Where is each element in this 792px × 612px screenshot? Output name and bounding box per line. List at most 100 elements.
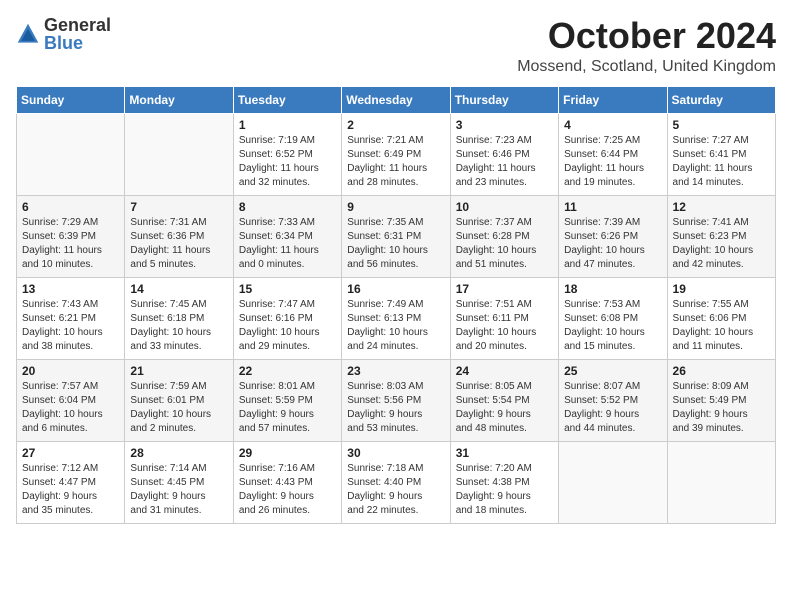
day-cell — [125, 113, 233, 195]
day-number: 29 — [239, 446, 336, 460]
day-number: 16 — [347, 282, 444, 296]
day-cell: 18 Sunrise: 7:53 AM Sunset: 6:08 PM Dayli… — [559, 277, 667, 359]
day-number: 1 — [239, 118, 336, 132]
day-number: 28 — [130, 446, 227, 460]
day-cell: 16 Sunrise: 7:49 AM Sunset: 6:13 PM Dayli… — [342, 277, 450, 359]
day-number: 25 — [564, 364, 661, 378]
day-cell: 20Sunrise: 7:57 AM Sunset: 6:04 PM Dayli… — [17, 359, 125, 441]
day-number: 30 — [347, 446, 444, 460]
day-number: 2 — [347, 118, 444, 132]
day-cell: 13 Sunrise: 7:43 AM Sunset: 6:21 PM Dayli… — [17, 277, 125, 359]
day-number: 13 — [22, 282, 119, 296]
day-number: 27 — [22, 446, 119, 460]
month-title: October 2024 — [517, 16, 776, 56]
day-number: 21 — [130, 364, 227, 378]
col-header-friday: Friday — [559, 86, 667, 113]
logo-general: General — [44, 16, 111, 34]
day-detail: Sunrise: 8:01 AM Sunset: 5:59 PM Dayligh… — [239, 380, 336, 436]
day-cell: 31 Sunrise: 7:20 AM Sunset: 4:38 PM Dayli… — [450, 441, 558, 523]
day-detail: Sunrise: 8:07 AM Sunset: 5:52 PM Dayligh… — [564, 380, 661, 436]
day-detail: Sunrise: 7:59 AM Sunset: 6:01 PM Dayligh… — [130, 380, 227, 436]
day-detail: Sunrise: 8:05 AM Sunset: 5:54 PM Dayligh… — [456, 380, 553, 436]
col-header-sunday: Sunday — [17, 86, 125, 113]
day-detail: Sunrise: 7:18 AM Sunset: 4:40 PM Dayligh… — [347, 462, 444, 518]
day-detail: Sunrise: 7:20 AM Sunset: 4:38 PM Dayligh… — [456, 462, 553, 518]
day-number: 9 — [347, 200, 444, 214]
day-detail: Sunrise: 7:31 AM Sunset: 6:36 PM Dayligh… — [130, 216, 227, 272]
logo-icon — [16, 22, 40, 46]
day-number: 3 — [456, 118, 553, 132]
day-cell: 7 Sunrise: 7:31 AM Sunset: 6:36 PM Daylig… — [125, 195, 233, 277]
week-row-1: 1 Sunrise: 7:19 AM Sunset: 6:52 PM Daylig… — [17, 113, 776, 195]
day-number: 17 — [456, 282, 553, 296]
day-detail: Sunrise: 7:39 AM Sunset: 6:26 PM Dayligh… — [564, 216, 661, 272]
day-detail: Sunrise: 7:35 AM Sunset: 6:31 PM Dayligh… — [347, 216, 444, 272]
day-number: 15 — [239, 282, 336, 296]
logo-blue: Blue — [44, 34, 111, 52]
title-block: October 2024 Mossend, Scotland, United K… — [517, 16, 776, 76]
day-detail: Sunrise: 7:27 AM Sunset: 6:41 PM Dayligh… — [673, 134, 770, 190]
day-cell: 11 Sunrise: 7:39 AM Sunset: 6:26 PM Dayli… — [559, 195, 667, 277]
day-cell: 28 Sunrise: 7:14 AM Sunset: 4:45 PM Dayli… — [125, 441, 233, 523]
day-cell: 1 Sunrise: 7:19 AM Sunset: 6:52 PM Daylig… — [233, 113, 341, 195]
day-cell: 26 Sunrise: 8:09 AM Sunset: 5:49 PM Dayli… — [667, 359, 775, 441]
week-row-2: 6 Sunrise: 7:29 AM Sunset: 6:39 PM Daylig… — [17, 195, 776, 277]
day-cell: 9 Sunrise: 7:35 AM Sunset: 6:31 PM Daylig… — [342, 195, 450, 277]
day-cell: 23Sunrise: 8:03 AM Sunset: 5:56 PM Dayli… — [342, 359, 450, 441]
day-cell — [559, 441, 667, 523]
day-cell: 2 Sunrise: 7:21 AM Sunset: 6:49 PM Daylig… — [342, 113, 450, 195]
day-detail: Sunrise: 7:51 AM Sunset: 6:11 PM Dayligh… — [456, 298, 553, 354]
col-header-monday: Monday — [125, 86, 233, 113]
day-detail: Sunrise: 7:33 AM Sunset: 6:34 PM Dayligh… — [239, 216, 336, 272]
day-number: 8 — [239, 200, 336, 214]
day-cell: 14Sunrise: 7:45 AM Sunset: 6:18 PM Dayli… — [125, 277, 233, 359]
day-number: 11 — [564, 200, 661, 214]
day-cell: 30 Sunrise: 7:18 AM Sunset: 4:40 PM Dayli… — [342, 441, 450, 523]
day-detail: Sunrise: 7:55 AM Sunset: 6:06 PM Dayligh… — [673, 298, 770, 354]
day-number: 26 — [673, 364, 770, 378]
day-detail: Sunrise: 7:57 AM Sunset: 6:04 PM Dayligh… — [22, 380, 119, 436]
day-number: 22 — [239, 364, 336, 378]
day-detail: Sunrise: 7:53 AM Sunset: 6:08 PM Dayligh… — [564, 298, 661, 354]
header-row: SundayMondayTuesdayWednesdayThursdayFrid… — [17, 86, 776, 113]
day-detail: Sunrise: 7:37 AM Sunset: 6:28 PM Dayligh… — [456, 216, 553, 272]
day-detail: Sunrise: 7:25 AM Sunset: 6:44 PM Dayligh… — [564, 134, 661, 190]
day-cell: 19Sunrise: 7:55 AM Sunset: 6:06 PM Dayli… — [667, 277, 775, 359]
day-cell: 21 Sunrise: 7:59 AM Sunset: 6:01 PM Dayli… — [125, 359, 233, 441]
day-detail: Sunrise: 7:16 AM Sunset: 4:43 PM Dayligh… — [239, 462, 336, 518]
day-detail: Sunrise: 7:19 AM Sunset: 6:52 PM Dayligh… — [239, 134, 336, 190]
location-title: Mossend, Scotland, United Kingdom — [517, 58, 776, 76]
day-detail: Sunrise: 7:23 AM Sunset: 6:46 PM Dayligh… — [456, 134, 553, 190]
day-cell: 17 Sunrise: 7:51 AM Sunset: 6:11 PM Dayli… — [450, 277, 558, 359]
day-number: 18 — [564, 282, 661, 296]
day-cell: 15 Sunrise: 7:47 AM Sunset: 6:16 PM Dayli… — [233, 277, 341, 359]
day-detail: Sunrise: 7:43 AM Sunset: 6:21 PM Dayligh… — [22, 298, 119, 354]
day-number: 6 — [22, 200, 119, 214]
day-cell: 3 Sunrise: 7:23 AM Sunset: 6:46 PM Daylig… — [450, 113, 558, 195]
day-number: 31 — [456, 446, 553, 460]
day-number: 4 — [564, 118, 661, 132]
day-cell — [667, 441, 775, 523]
day-cell: 22 Sunrise: 8:01 AM Sunset: 5:59 PM Dayli… — [233, 359, 341, 441]
day-detail: Sunrise: 7:47 AM Sunset: 6:16 PM Dayligh… — [239, 298, 336, 354]
day-number: 14 — [130, 282, 227, 296]
day-detail: Sunrise: 8:03 AM Sunset: 5:56 PM Dayligh… — [347, 380, 444, 436]
day-number: 7 — [130, 200, 227, 214]
day-number: 12 — [673, 200, 770, 214]
day-cell: 4 Sunrise: 7:25 AM Sunset: 6:44 PM Daylig… — [559, 113, 667, 195]
day-detail: Sunrise: 7:29 AM Sunset: 6:39 PM Dayligh… — [22, 216, 119, 272]
day-detail: Sunrise: 7:21 AM Sunset: 6:49 PM Dayligh… — [347, 134, 444, 190]
day-cell: 25 Sunrise: 8:07 AM Sunset: 5:52 PM Dayli… — [559, 359, 667, 441]
day-detail: Sunrise: 8:09 AM Sunset: 5:49 PM Dayligh… — [673, 380, 770, 436]
week-row-3: 13 Sunrise: 7:43 AM Sunset: 6:21 PM Dayli… — [17, 277, 776, 359]
day-cell: 6 Sunrise: 7:29 AM Sunset: 6:39 PM Daylig… — [17, 195, 125, 277]
day-cell: 10Sunrise: 7:37 AM Sunset: 6:28 PM Dayli… — [450, 195, 558, 277]
day-number: 5 — [673, 118, 770, 132]
day-detail: Sunrise: 7:12 AM Sunset: 4:47 PM Dayligh… — [22, 462, 119, 518]
day-cell: 8 Sunrise: 7:33 AM Sunset: 6:34 PM Daylig… — [233, 195, 341, 277]
week-row-5: 27 Sunrise: 7:12 AM Sunset: 4:47 PM Dayli… — [17, 441, 776, 523]
col-header-tuesday: Tuesday — [233, 86, 341, 113]
day-detail: Sunrise: 7:14 AM Sunset: 4:45 PM Dayligh… — [130, 462, 227, 518]
day-detail: Sunrise: 7:49 AM Sunset: 6:13 PM Dayligh… — [347, 298, 444, 354]
col-header-wednesday: Wednesday — [342, 86, 450, 113]
